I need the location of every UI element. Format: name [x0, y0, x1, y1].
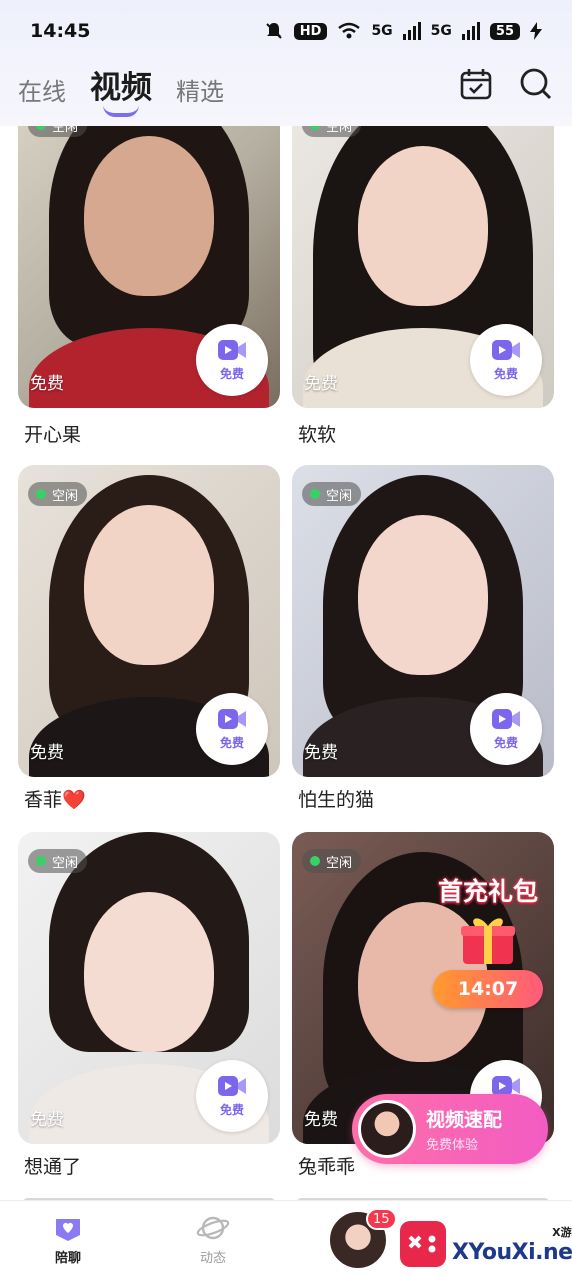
nav-chat[interactable]: 陪聊 [52, 1213, 84, 1266]
free-label: 免费 [304, 743, 338, 763]
free-label: 免费 [30, 743, 64, 763]
video-camera-icon [218, 1075, 246, 1096]
user-card[interactable]: 空闲 免费 免费 想通了 [18, 832, 280, 1182]
online-dot-icon [310, 856, 320, 866]
user-card[interactable]: 空闲 免费 免费 开心果 [18, 96, 280, 456]
signal-bars-icon [402, 22, 421, 40]
user-photo[interactable]: 空闲 免费 免费 [18, 465, 280, 777]
hd-icon: HD [293, 22, 328, 40]
free-label: 免费 [30, 1110, 64, 1130]
face [84, 505, 214, 665]
video-match-button[interactable]: 视频速配 免费体验 [352, 1094, 548, 1164]
nav-feed[interactable]: 动态 [196, 1213, 230, 1266]
face [84, 136, 214, 296]
tab-online[interactable]: 在线 [18, 72, 66, 117]
header: 14:45 HD 5G 5G 55 在线 视频 精选 [0, 0, 572, 126]
video-call-button[interactable]: 免费 [196, 693, 268, 765]
status-badge: 空闲 [28, 482, 88, 506]
video-call-button[interactable]: 免费 [470, 693, 542, 765]
match-avatar [358, 1100, 416, 1158]
charging-bolt-icon [530, 22, 542, 40]
promo-countdown: 14:07 [433, 970, 543, 1008]
chat-heart-icon [56, 1219, 80, 1241]
tab-featured[interactable]: 精选 [176, 72, 224, 117]
signal-5g-icon: 5G [371, 23, 393, 39]
gamepad-logo-icon [400, 1221, 446, 1267]
online-dot-icon [310, 489, 320, 499]
face [358, 515, 488, 675]
user-name[interactable]: 香菲❤️ [24, 785, 86, 812]
signal-bars-icon [461, 22, 480, 40]
user-name[interactable]: 开心果 [24, 420, 81, 447]
video-camera-icon [218, 708, 246, 729]
user-card[interactable]: 空闲 免费 免费 软软 [292, 96, 554, 456]
gift-box-icon [459, 914, 517, 966]
status-time: 14:45 [30, 20, 91, 42]
user-name[interactable]: 兔乖乖 [298, 1152, 355, 1179]
online-dot-icon [36, 856, 46, 866]
site-watermark: X游戏 XYouXi.net [400, 1214, 572, 1274]
user-name[interactable]: 想通了 [24, 1152, 81, 1179]
user-photo[interactable]: 空闲 免费 免费 [292, 96, 554, 408]
free-label: 免费 [304, 374, 338, 394]
free-label: 免费 [304, 1110, 338, 1130]
first-charge-promo[interactable]: 首充礼包 14:07 [430, 872, 546, 1032]
user-card[interactable]: 空闲 免费 免费 香菲❤️ [18, 465, 280, 815]
video-card-grid: 空闲 免费 免费 开心果 空闲 免费 免费 软软 空闲 免费 免费 香菲❤️ 空… [0, 0, 572, 1279]
promo-title: 首充礼包 [437, 877, 538, 906]
match-subtitle: 免费体验 [426, 1138, 479, 1153]
search-icon[interactable] [518, 66, 554, 102]
face [84, 892, 214, 1052]
video-call-button[interactable]: 免费 [196, 324, 268, 396]
video-camera-icon [492, 339, 520, 360]
user-photo[interactable]: 空闲 免费 免费 [18, 832, 280, 1144]
face [358, 146, 488, 306]
user-name[interactable]: 怕生的猫 [298, 785, 374, 812]
tab-video[interactable]: 视频 [90, 62, 152, 117]
signal-5g-icon-2: 5G [430, 23, 452, 39]
video-call-button[interactable]: 免费 [470, 324, 542, 396]
unread-badge: 15 [366, 1208, 397, 1230]
user-card[interactable]: 空闲 免费 免费 怕生的猫 [292, 465, 554, 815]
battery-icon: 55 [489, 22, 520, 40]
calendar-check-icon[interactable] [458, 66, 494, 102]
status-badge: 空闲 [28, 849, 88, 873]
online-dot-icon [36, 489, 46, 499]
free-label: 免费 [30, 374, 64, 394]
video-camera-icon [218, 339, 246, 360]
video-call-button[interactable]: 免费 [196, 1060, 268, 1132]
planet-icon [196, 1216, 230, 1240]
user-photo[interactable]: 空闲 免费 免费 [18, 96, 280, 408]
wifi-icon [338, 22, 361, 39]
top-tabs: 在线 视频 精选 [18, 62, 224, 117]
user-photo[interactable]: 空闲 免费 免费 [292, 465, 554, 777]
status-badge: 空闲 [302, 849, 362, 873]
user-name[interactable]: 软软 [298, 420, 336, 447]
mute-bell-icon [266, 23, 282, 39]
match-title: 视频速配 [426, 1109, 503, 1131]
active-tab-indicator [103, 105, 139, 117]
video-camera-icon [492, 708, 520, 729]
status-badge: 空闲 [302, 482, 362, 506]
status-bar: 14:45 HD 5G 5G 55 [0, 0, 572, 62]
